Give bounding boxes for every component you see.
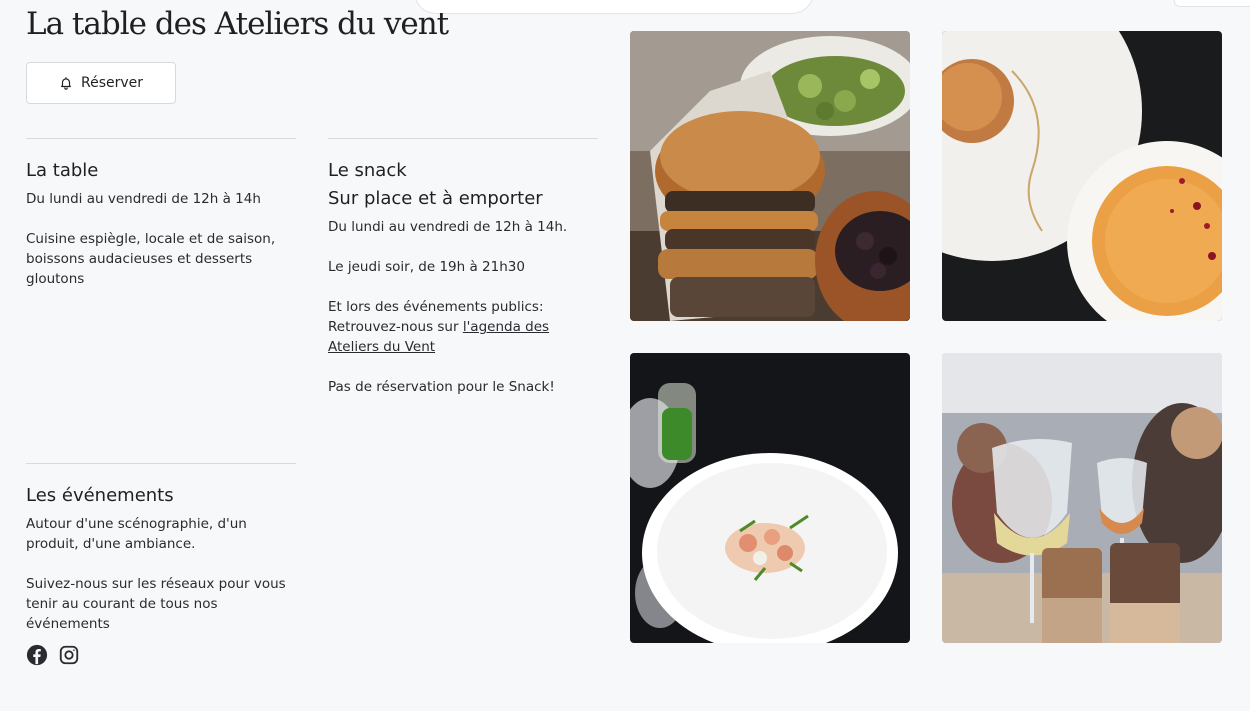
plate-photo — [630, 353, 910, 643]
top-search-bar[interactable] — [414, 0, 814, 14]
section-heading: Le snack Sur place et à emporter — [328, 157, 598, 213]
instagram-icon — [59, 645, 79, 665]
instagram-link[interactable] — [58, 644, 80, 666]
snack-no-reservation: Pas de réservation pour le Snack! — [328, 379, 555, 395]
events-follow-text: Suivez-nous sur les réseaux pour vous te… — [26, 576, 286, 632]
facebook-link[interactable] — [26, 644, 48, 666]
snack-evening-hours: Le jeudi soir, de 19h à 21h30 — [328, 259, 525, 275]
table-hours: Du lundi au vendredi de 12h à 14h — [26, 191, 261, 207]
bell-icon — [61, 77, 71, 90]
snack-agenda-prefix: Retrouvez-nous sur — [328, 319, 463, 335]
section-la-table: La table Du lundi au vendredi de 12h à 1… — [26, 138, 296, 289]
events-description: Autour d'une scénographie, d'un produit,… — [26, 516, 247, 552]
snack-heading-line1: Le snack — [328, 160, 407, 181]
snack-events-intro: Et lors des événements publics: — [328, 299, 544, 315]
section-heading: La table — [26, 160, 99, 181]
snack-heading-line2: Sur place et à emporter — [328, 188, 543, 209]
section-heading: Les événements — [26, 485, 174, 506]
burger-photo — [630, 31, 910, 321]
snack-hours: Du lundi au vendredi de 12h à 14h. — [328, 219, 568, 235]
wine-photo — [942, 353, 1222, 643]
table-description: Cuisine espiègle, locale et de saison, b… — [26, 231, 276, 287]
section-les-evenements: Les événements Autour d'une scénographie… — [26, 463, 296, 666]
snack-events-text: Et lors des événements publics: Retrouve… — [328, 297, 598, 357]
section-le-snack: Le snack Sur place et à emporter Du lund… — [328, 138, 598, 397]
social-links — [26, 644, 296, 666]
reserve-button[interactable]: Réserver — [26, 62, 176, 104]
facebook-icon — [26, 644, 48, 666]
soup-photo — [942, 31, 1222, 321]
page-title: La table des Ateliers du vent — [26, 6, 449, 42]
reserve-button-label: Réserver — [80, 75, 144, 91]
top-right-control[interactable] — [1174, 0, 1250, 7]
